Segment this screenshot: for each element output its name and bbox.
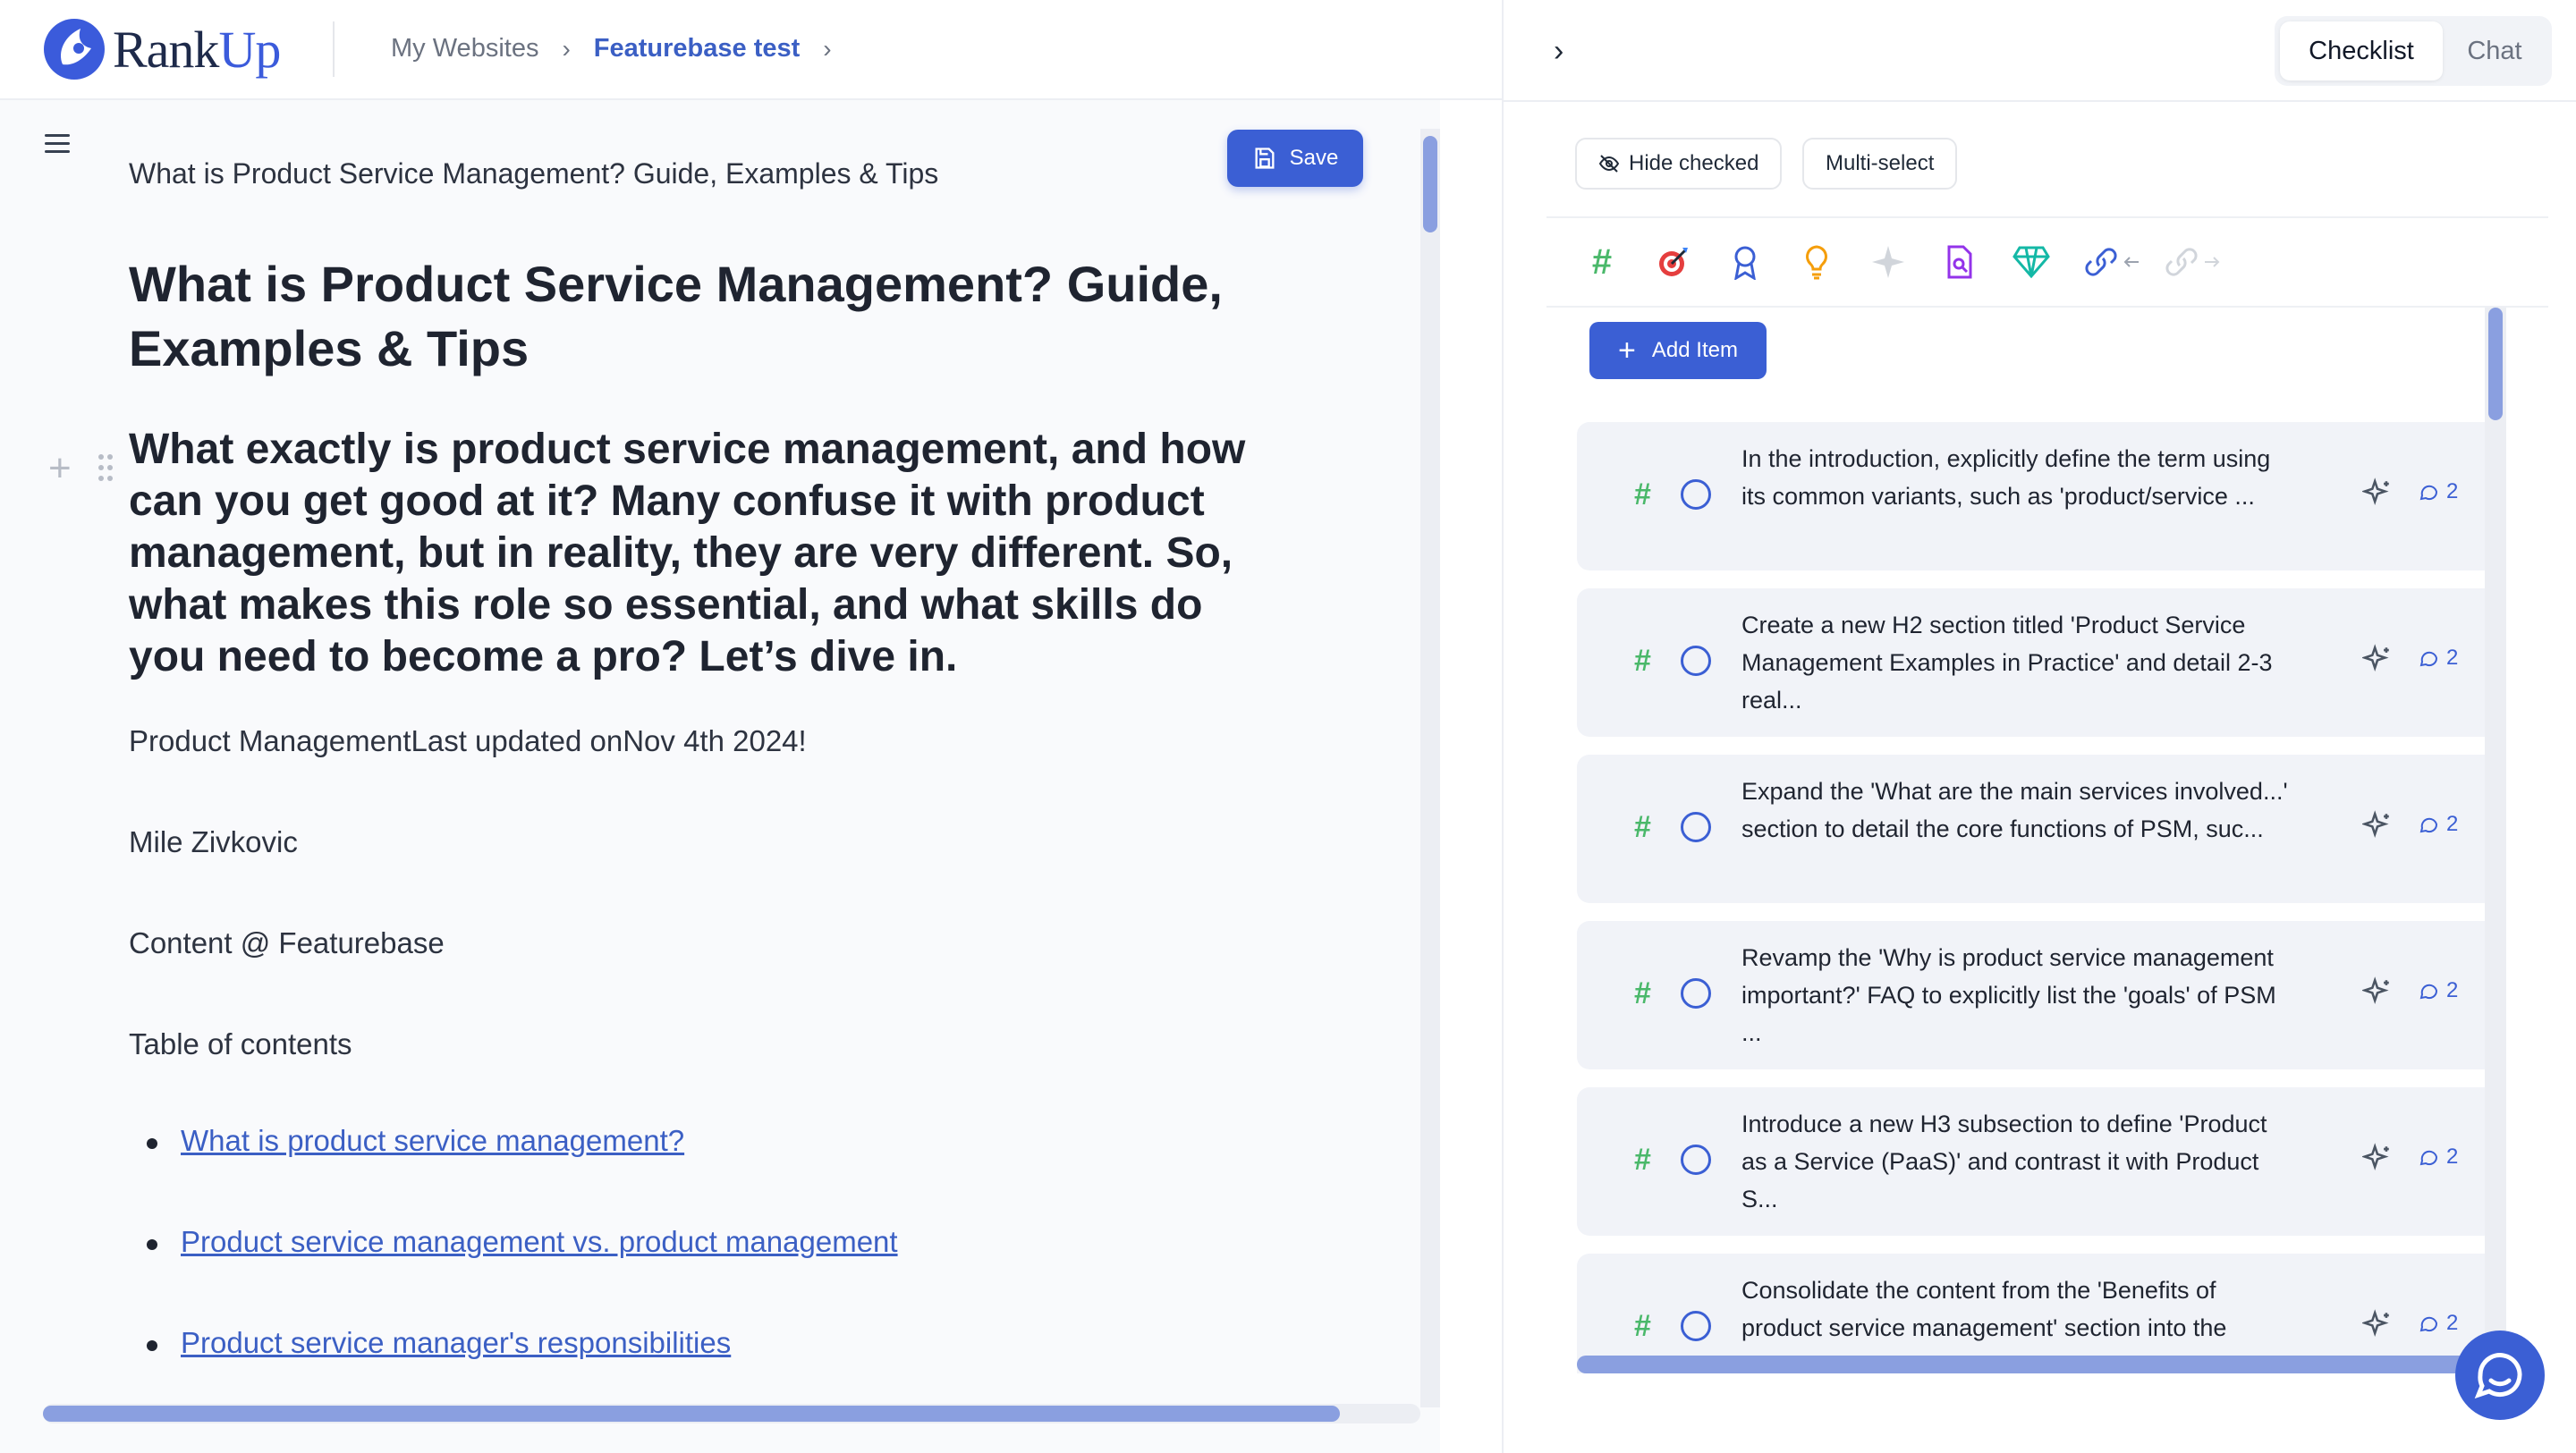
editor-pane: Save What is Product Service Management?… bbox=[0, 100, 1440, 1453]
tab-chat[interactable]: Chat bbox=[2443, 21, 2546, 80]
panel-tabs: Checklist Chat bbox=[2275, 16, 2552, 86]
divider bbox=[1504, 100, 2576, 102]
item-text: Introduce a new H3 subsection to define … bbox=[1741, 1111, 2267, 1212]
author-name[interactable]: Mile Zivkovic bbox=[129, 825, 298, 859]
ai-sparkle-icon[interactable] bbox=[2360, 477, 2393, 512]
document-title[interactable]: What is Product Service Management? Guid… bbox=[129, 157, 938, 190]
rocket-logo-icon bbox=[41, 16, 107, 82]
comments-count[interactable]: 2 bbox=[2418, 1145, 2458, 1170]
item-text: In the introduction, explicitly define t… bbox=[1741, 445, 2271, 510]
filter-icon-row: # bbox=[1582, 240, 2258, 284]
document-search-icon[interactable] bbox=[1940, 242, 1979, 282]
hash-icon: # bbox=[1634, 477, 1651, 511]
top-bar: RankUp My Websites › Featurebase test › bbox=[0, 0, 1502, 100]
comments-count[interactable]: 2 bbox=[2418, 646, 2458, 671]
toc-link[interactable]: Product service manager's responsibiliti… bbox=[181, 1326, 731, 1360]
add-item-button[interactable]: + Add Item bbox=[1589, 322, 1767, 379]
ai-sparkle-icon[interactable] bbox=[2360, 976, 2393, 1011]
checklist-item[interactable]: # Create a new H2 section titled 'Produc… bbox=[1577, 588, 2496, 737]
check-radio[interactable] bbox=[1681, 978, 1711, 1009]
toc-label[interactable]: Table of contents bbox=[129, 1027, 352, 1061]
article-heading[interactable]: What is Product Service Management? Guid… bbox=[129, 252, 1274, 381]
list-item: Product service management vs. product m… bbox=[129, 1225, 898, 1326]
lightbulb-icon[interactable] bbox=[1797, 242, 1836, 282]
sparkle-icon[interactable] bbox=[1868, 242, 1908, 282]
tab-checklist[interactable]: Checklist bbox=[2280, 21, 2443, 80]
ai-sparkle-icon[interactable] bbox=[2360, 1143, 2393, 1178]
check-radio[interactable] bbox=[1681, 1145, 1711, 1175]
editor-vertical-scrollbar[interactable] bbox=[1420, 129, 1440, 1407]
plus-icon: + bbox=[1618, 334, 1636, 367]
comment-icon bbox=[2419, 1150, 2438, 1166]
checklist-item[interactable]: # In the introduction, explicitly define… bbox=[1577, 422, 2496, 570]
divider bbox=[333, 21, 335, 77]
toc-link[interactable]: Product service management vs. product m… bbox=[181, 1225, 898, 1259]
gem-icon[interactable] bbox=[2012, 242, 2051, 282]
item-text: Consolidate the content from the 'Benefi… bbox=[1741, 1277, 2227, 1341]
hash-icon: # bbox=[1634, 1309, 1651, 1343]
author-role[interactable]: Content @ Featurebase bbox=[129, 926, 445, 960]
check-radio[interactable] bbox=[1681, 646, 1711, 676]
article-intro[interactable]: What exactly is product service manageme… bbox=[129, 424, 1283, 683]
comments-count[interactable]: 2 bbox=[2418, 978, 2458, 1003]
checklist-vertical-scrollbar[interactable] bbox=[2485, 308, 2506, 1372]
hash-icon: # bbox=[1634, 1143, 1651, 1177]
eye-off-icon bbox=[1598, 155, 1620, 173]
comments-count[interactable]: 2 bbox=[2418, 812, 2458, 837]
hash-icon: # bbox=[1634, 810, 1651, 844]
checklist-item[interactable]: # Revamp the 'Why is product service man… bbox=[1577, 921, 2496, 1069]
checklist-horizontal-scrollbar[interactable] bbox=[1577, 1356, 2507, 1373]
item-text: Create a new H2 section titled 'Product … bbox=[1741, 612, 2273, 714]
checklist: # In the introduction, explicitly define… bbox=[1577, 422, 2496, 1373]
toc-link[interactable]: What is product service management? bbox=[181, 1124, 684, 1158]
breadcrumb: My Websites › Featurebase test › bbox=[391, 34, 855, 63]
list-item: What is product service management? bbox=[129, 1124, 898, 1225]
multi-select-button[interactable]: Multi-select bbox=[1802, 138, 1958, 190]
support-chat-icon[interactable] bbox=[2453, 1329, 2546, 1426]
hash-icon[interactable]: # bbox=[1582, 242, 1622, 282]
collapse-panel-icon[interactable]: › bbox=[1554, 34, 1563, 69]
checklist-item[interactable]: # Introduce a new H3 subsection to defin… bbox=[1577, 1087, 2496, 1236]
comments-count[interactable]: 2 bbox=[2418, 479, 2458, 504]
divider bbox=[1546, 306, 2548, 308]
meta-line[interactable]: Product ManagementLast updated onNov 4th… bbox=[129, 724, 807, 758]
comment-icon bbox=[2419, 485, 2438, 501]
chevron-right-icon: › bbox=[562, 34, 571, 63]
hash-icon: # bbox=[1634, 976, 1651, 1010]
add-block-icon[interactable]: + bbox=[48, 449, 72, 488]
breadcrumb-current[interactable]: Featurebase test bbox=[594, 34, 801, 63]
comment-icon bbox=[2419, 984, 2438, 1000]
ai-sparkle-icon[interactable] bbox=[2360, 810, 2393, 845]
check-radio[interactable] bbox=[1681, 479, 1711, 510]
item-text: Expand the 'What are the main services i… bbox=[1741, 778, 2288, 842]
award-icon[interactable] bbox=[1725, 242, 1765, 282]
link-inbound-icon[interactable] bbox=[2083, 242, 2146, 282]
editor-horizontal-scrollbar[interactable] bbox=[43, 1404, 1420, 1423]
checklist-item[interactable]: # Expand the 'What are the main services… bbox=[1577, 755, 2496, 903]
target-icon[interactable] bbox=[1654, 242, 1693, 282]
toc-list: What is product service management? Prod… bbox=[129, 1124, 898, 1427]
divider bbox=[1546, 216, 2548, 218]
drag-handle-icon[interactable] bbox=[98, 454, 114, 485]
ai-sparkle-icon[interactable] bbox=[2360, 644, 2393, 679]
comment-icon bbox=[2419, 1316, 2438, 1332]
breadcrumb-my-websites[interactable]: My Websites bbox=[391, 34, 538, 63]
hash-icon: # bbox=[1634, 644, 1651, 678]
check-radio[interactable] bbox=[1681, 1311, 1711, 1341]
save-icon bbox=[1255, 148, 1275, 169]
logo-wordmark: RankUp bbox=[113, 20, 281, 79]
link-outbound-icon[interactable] bbox=[2164, 242, 2226, 282]
item-text: Revamp the 'Why is product service manag… bbox=[1741, 944, 2276, 1046]
menu-icon[interactable] bbox=[45, 134, 70, 156]
ai-sparkle-icon[interactable] bbox=[2360, 1309, 2393, 1344]
save-button[interactable]: Save bbox=[1227, 130, 1363, 187]
comment-icon bbox=[2419, 651, 2438, 667]
chevron-right-icon[interactable]: › bbox=[823, 35, 831, 63]
hide-checked-button[interactable]: Hide checked bbox=[1575, 138, 1783, 190]
check-radio[interactable] bbox=[1681, 812, 1711, 842]
app-logo[interactable]: RankUp bbox=[41, 16, 281, 82]
comment-icon bbox=[2419, 817, 2438, 833]
checklist-panel: › Checklist Chat Hide checked Multi-sele… bbox=[1502, 0, 2576, 1453]
comments-count[interactable]: 2 bbox=[2418, 1311, 2458, 1336]
